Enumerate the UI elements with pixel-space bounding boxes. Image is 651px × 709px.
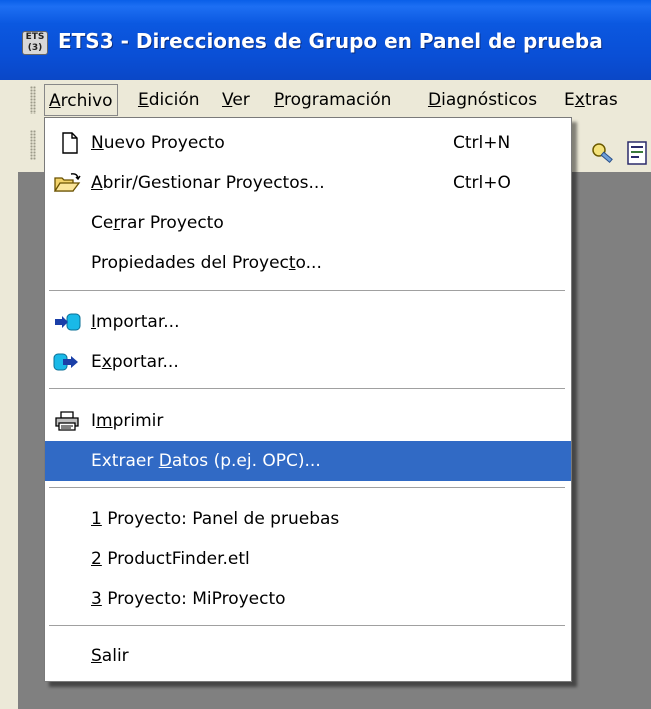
menu-item-extraer-datos[interactable]: Extraer Datos (p.ej. OPC)... [45, 441, 571, 481]
menu-separator [49, 625, 565, 627]
menu-item-exportar[interactable]: Exportar... [45, 342, 571, 382]
properties-sheet-icon[interactable] [626, 140, 648, 166]
menu-diagnosticos-mnemonic: D [428, 90, 442, 110]
menu-extras-prefix: E [564, 90, 575, 110]
menu-diagnosticos[interactable]: Diagnósticos [424, 84, 541, 116]
ets-app-icon[interactable]: ETS (3) [22, 31, 48, 55]
menu-item-label: 2 ProductFinder.etl [91, 549, 250, 569]
menu-archivo-mnemonic: A [49, 91, 61, 111]
menu-item-imprimir[interactable]: Imprimir [45, 401, 571, 441]
menu-item-salir[interactable]: Salir [45, 636, 571, 676]
menu-item-label: 3 Proyecto: MiProyecto [91, 589, 286, 609]
menu-ver-mnemonic: V [222, 90, 233, 110]
menu-item-label: Imprimir [91, 411, 164, 431]
window-left-edge [0, 120, 18, 709]
menu-item-shortcut: Ctrl+N [453, 133, 511, 153]
menu-item-label: Nuevo Proyecto [91, 133, 225, 153]
menu-item-cerrar-proyecto[interactable]: Cerrar Proyecto [45, 203, 571, 243]
menu-edicion-label: dición [148, 90, 200, 110]
menu-programacion[interactable]: Programación [270, 84, 395, 116]
menu-item-propiedades[interactable]: Propiedades del Proyecto... [45, 243, 571, 283]
menu-edicion-mnemonic: E [138, 90, 149, 110]
menu-item-abrir-gestionar[interactable]: Abrir/Gestionar Proyectos... Ctrl+O [45, 163, 571, 203]
menu-extras[interactable]: Extras [560, 84, 622, 116]
menu-item-importar[interactable]: Importar... [45, 302, 571, 342]
menu-item-label: Cerrar Proyecto [91, 213, 224, 233]
menu-item-recent-3[interactable]: 3 Proyecto: MiProyecto [45, 579, 571, 619]
menu-item-recent-2[interactable]: 2 ProductFinder.etl [45, 539, 571, 579]
menu-separator [49, 388, 565, 390]
menu-ver-label: er [232, 90, 250, 110]
archivo-dropdown-menu: Nuevo Proyecto Ctrl+N Abrir/Gestionar Pr… [44, 117, 572, 682]
menu-item-recent-1[interactable]: 1 Proyecto: Panel de pruebas [45, 499, 571, 539]
import-icon [55, 313, 81, 331]
menu-item-label: Salir [91, 646, 129, 666]
menu-programacion-mnemonic: P [274, 90, 284, 110]
menu-programacion-label: rogramación [283, 90, 392, 110]
menu-item-nuevo-proyecto[interactable]: Nuevo Proyecto Ctrl+N [45, 123, 571, 163]
window-title: ETS3 - Direcciones de Grupo en Panel de … [58, 29, 603, 53]
open-folder-icon [53, 173, 81, 192]
menu-edicion[interactable]: Edición [134, 84, 204, 116]
menu-archivo[interactable]: Archivo [44, 84, 118, 116]
menu-extras-label: tras [584, 90, 618, 110]
toolbar-grip[interactable] [30, 130, 36, 160]
new-document-icon [62, 132, 78, 154]
menu-item-label: Importar... [91, 312, 180, 332]
menubar-grip[interactable] [30, 86, 36, 114]
title-bar[interactable]: ETS (3) ETS3 - Direcciones de Grupo en Pa… [0, 0, 651, 80]
menu-separator [49, 290, 565, 292]
menu-extras-mnemonic: x [574, 90, 585, 110]
menu-archivo-label: rchivo [60, 91, 113, 111]
menu-separator [49, 487, 565, 489]
menu-item-label: 1 Proyecto: Panel de pruebas [91, 509, 340, 529]
menu-item-label: Exportar... [91, 352, 179, 372]
menu-ver[interactable]: Ver [218, 84, 254, 116]
printer-icon [55, 411, 79, 431]
menu-item-label: Extraer Datos (p.ej. OPC)... [91, 451, 321, 471]
export-icon [53, 353, 78, 371]
find-key-icon[interactable] [590, 140, 616, 166]
menu-item-label: Abrir/Gestionar Proyectos... [91, 173, 325, 193]
menu-diagnosticos-label: iagnósticos [441, 90, 538, 110]
menu-item-label: Propiedades del Proyecto... [91, 253, 322, 273]
menu-item-shortcut: Ctrl+O [453, 173, 511, 193]
